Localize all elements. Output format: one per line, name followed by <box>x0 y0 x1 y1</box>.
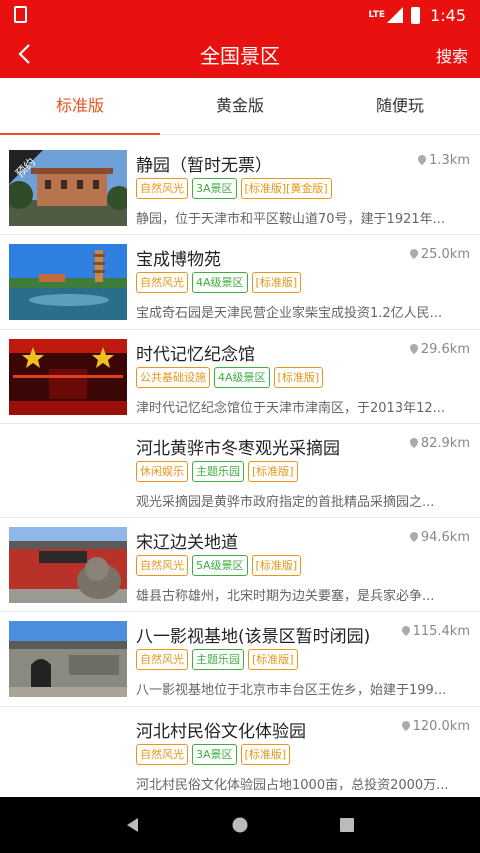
tab-bar: 标准版 黄金版 随便玩 <box>0 78 480 135</box>
item-name: 静园（暂时无票） <box>136 156 272 176</box>
tag: 主题乐园 <box>192 460 244 482</box>
list-item[interactable]: 时代记忆纪念馆 29.6km 公共基础设施 4A级景区 [标准版] 津时代记忆纪… <box>0 330 480 424</box>
tab-casual[interactable]: 随便玩 <box>320 78 480 134</box>
tag: 自然风光 <box>136 178 188 199</box>
thumbnail-image <box>9 244 127 321</box>
tab-gold[interactable]: 黄金版 <box>160 78 320 134</box>
item-tags: 公共基础设施 4A级景区 [标准版] <box>136 366 324 388</box>
thumbnail-placeholder <box>9 433 127 509</box>
status-time: 1:45 <box>430 5 466 25</box>
system-nav-bar <box>0 797 480 853</box>
list-item[interactable]: 八一影视基地(该景区暂时闭园) 115.4km 自然风光 主题乐园 [标准版] … <box>0 612 480 707</box>
item-description: 宝成奇石园是天津民营企业家柴宝成投资1.2亿人民... <box>136 306 443 322</box>
location-pin-icon <box>409 343 418 354</box>
tag: 主题乐园 <box>192 649 244 671</box>
thumbnail-image: 预约 <box>9 150 127 226</box>
tag: [标准版][黄金版] <box>240 178 332 199</box>
tag: 自然风光 <box>136 649 188 671</box>
item-description: 观光采摘园是黄骅市政府指定的首批精品采摘园之... <box>136 494 435 510</box>
tag: [标准版] <box>273 366 324 388</box>
sd-card-icon <box>14 6 27 23</box>
item-tags: 自然风光 4A级景区 [标准版] <box>136 272 302 294</box>
thumbnail-image <box>9 338 127 415</box>
item-tags: 自然风光 3A景区 [标准版][黄金版] <box>136 178 332 199</box>
tag: [标准版] <box>248 649 298 671</box>
tag: 5A级景区 <box>192 555 248 577</box>
item-description: 八一影视基地位于北京市丰台区王佐乡，始建于199... <box>136 683 447 699</box>
tag: 4A级景区 <box>214 366 270 388</box>
tag: [标准版] <box>251 555 302 577</box>
tag: 3A景区 <box>192 743 237 765</box>
nav-recents-icon[interactable] <box>339 817 355 833</box>
location-pin-icon <box>409 532 418 543</box>
list-item[interactable]: 预约 静园（暂时无票） 1.3km 自然风光 3A景区 [标准版][黄金版] 静… <box>0 141 480 236</box>
tag: 公共基础设施 <box>136 366 210 388</box>
location-pin-icon <box>409 249 418 260</box>
tag: 3A景区 <box>192 178 237 199</box>
location-pin-icon <box>418 155 427 165</box>
tag: [标准版] <box>240 743 291 765</box>
item-tags: 自然风光 5A级景区 [标准版] <box>136 555 302 577</box>
item-distance: 29.6km <box>409 342 470 357</box>
item-description: 河北村民俗文化体验园占地1000亩，总投资2000万... <box>136 777 449 793</box>
item-name: 河北黄骅市冬枣观光采摘园 <box>136 438 340 459</box>
item-description: 静园，位于天津市和平区鞍山道70号，建于1921年... <box>136 212 446 227</box>
list-item[interactable]: 河北村民俗文化体验园 120.0km 自然风光 3A景区 [标准版] 河北村民俗… <box>0 707 480 797</box>
thumbnail-image <box>9 621 127 698</box>
list-item[interactable]: 河北黄骅市冬枣观光采摘园 82.9km 休闲娱乐 主题乐园 [标准版] 观光采摘… <box>0 424 480 519</box>
list-item[interactable]: 宋辽边关地道 94.6km 自然风光 5A级景区 [标准版] 雄县古称雄州，北宋… <box>0 518 480 613</box>
item-name: 八一影视基地(该景区暂时闭园) <box>136 627 371 648</box>
location-pin-icon <box>401 626 410 637</box>
item-tags: 自然风光 3A景区 [标准版] <box>136 743 291 765</box>
item-description: 雄县古称雄州，北宋时期为边关要塞，是兵家必争... <box>136 589 435 605</box>
item-distance: 1.3km <box>418 153 470 168</box>
location-pin-icon <box>401 720 410 731</box>
item-distance: 115.4km <box>401 624 470 639</box>
item-distance: 25.0km <box>409 247 470 262</box>
page-title: 全国景区 <box>200 44 280 68</box>
tag: 4A级景区 <box>192 272 248 294</box>
tag: 休闲娱乐 <box>136 460 188 482</box>
item-distance: 120.0km <box>401 719 470 734</box>
app-header: 全国景区 搜索 <box>0 30 480 78</box>
nav-home-icon[interactable] <box>232 817 248 833</box>
item-distance: 82.9km <box>409 436 470 451</box>
network-type: LTE <box>368 9 386 20</box>
thumbnail-image <box>9 527 127 604</box>
item-name: 河北村民俗文化体验园 <box>136 721 306 742</box>
item-tags: 休闲娱乐 主题乐园 [标准版] <box>136 460 298 482</box>
scenic-list: 预约 静园（暂时无票） 1.3km 自然风光 3A景区 [标准版][黄金版] 静… <box>0 141 480 797</box>
search-button[interactable]: 搜索 <box>436 43 468 67</box>
item-distance: 94.6km <box>409 530 470 545</box>
tag: 自然风光 <box>136 272 188 294</box>
list-item[interactable]: 宝成博物苑 25.0km 自然风光 4A级景区 [标准版] 宝成奇石园是天津民营… <box>0 235 480 330</box>
thumbnail-placeholder <box>9 716 127 792</box>
tag: [标准版] <box>251 272 302 294</box>
nav-back-icon[interactable] <box>125 817 141 833</box>
battery-icon <box>411 6 421 24</box>
item-name: 宝成博物苑 <box>136 250 221 271</box>
status-bar: LTE 1:45 <box>0 0 480 30</box>
tag: [标准版] <box>248 460 298 482</box>
item-description: 津时代记忆纪念馆位于天津市津南区，于2013年12... <box>136 400 446 416</box>
signal-icon <box>387 7 404 23</box>
tab-standard[interactable]: 标准版 <box>0 78 160 135</box>
item-name: 时代记忆纪念馆 <box>136 344 255 365</box>
tag: 自然风光 <box>136 743 188 765</box>
tag: 自然风光 <box>136 555 188 577</box>
location-pin-icon <box>409 437 418 448</box>
item-name: 宋辽边关地道 <box>136 533 238 554</box>
item-tags: 自然风光 主题乐园 [标准版] <box>136 649 298 671</box>
